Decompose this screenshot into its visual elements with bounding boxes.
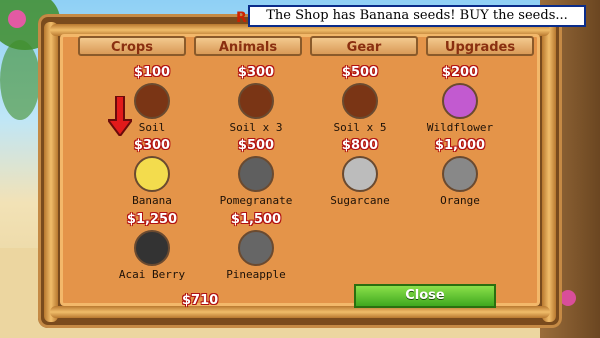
pink-flower-decoration	[560, 290, 576, 306]
bamboo-frame-left	[44, 22, 58, 322]
shop-item-banana[interactable]: $300 Banana	[97, 138, 207, 207]
tab-upgrades[interactable]: Upgrades	[426, 36, 534, 56]
item-price: $800	[341, 138, 379, 153]
sugarcane-icon	[342, 156, 378, 192]
shop-title-letter: R	[236, 10, 247, 26]
item-price: $300	[237, 65, 275, 80]
item-name: Pomegranate	[219, 194, 293, 207]
shop-item-wildflower[interactable]: $200 Wildflower	[405, 65, 515, 134]
shop-item-soil-x5[interactable]: $500 Soil x 5	[305, 65, 415, 134]
item-price: $1,000	[434, 138, 486, 153]
pineapple-icon	[238, 230, 274, 266]
item-price: $300	[133, 138, 171, 153]
shop-item-soil-x3[interactable]: $300 Soil x 3	[201, 65, 311, 134]
item-name: Banana	[132, 194, 172, 207]
pomegranate-icon	[238, 156, 274, 192]
shop-item-pomegranate[interactable]: $500 Pomegranate	[201, 138, 311, 207]
item-name: Soil x 5	[333, 121, 387, 134]
pink-flower-decoration	[8, 10, 26, 28]
shop-item-pineapple[interactable]: $1,500 Pineapple	[201, 212, 311, 281]
tab-animals[interactable]: Animals	[194, 36, 302, 56]
item-price: $100	[133, 65, 171, 80]
item-price: $1,250	[126, 212, 178, 227]
item-name: Pineapple	[226, 268, 286, 281]
item-price: $500	[237, 138, 275, 153]
wildflower-icon	[442, 83, 478, 119]
soil-icon	[134, 83, 170, 119]
item-price: $200	[441, 65, 479, 80]
item-name: Sugarcane	[330, 194, 390, 207]
shop-item-orange[interactable]: $1,000 Orange	[405, 138, 515, 207]
tab-gear[interactable]: Gear	[310, 36, 418, 56]
tutorial-arrow-icon	[108, 96, 132, 136]
close-button[interactable]: Close	[354, 284, 496, 308]
palm-tree-foliage	[0, 40, 40, 120]
orange-icon	[442, 156, 478, 192]
item-price: $500	[341, 65, 379, 80]
item-name: Wildflower	[426, 121, 494, 134]
money-balance: $710	[182, 293, 219, 308]
hint-banner: The Shop has Banana seeds! BUY the seeds…	[248, 5, 586, 27]
acai-berry-icon	[134, 230, 170, 266]
banana-icon	[134, 156, 170, 192]
item-name: Orange	[440, 194, 480, 207]
soil-icon	[238, 83, 274, 119]
tab-crops[interactable]: Crops	[78, 36, 186, 56]
item-name: Soil x 3	[229, 121, 283, 134]
item-name: Acai Berry	[118, 268, 186, 281]
soil-icon	[342, 83, 378, 119]
item-price: $1,500	[230, 212, 282, 227]
shop-item-acai-berry[interactable]: $1,250 Acai Berry	[97, 212, 207, 281]
shop-item-sugarcane[interactable]: $800 Sugarcane	[305, 138, 415, 207]
bamboo-frame-right	[542, 22, 556, 322]
